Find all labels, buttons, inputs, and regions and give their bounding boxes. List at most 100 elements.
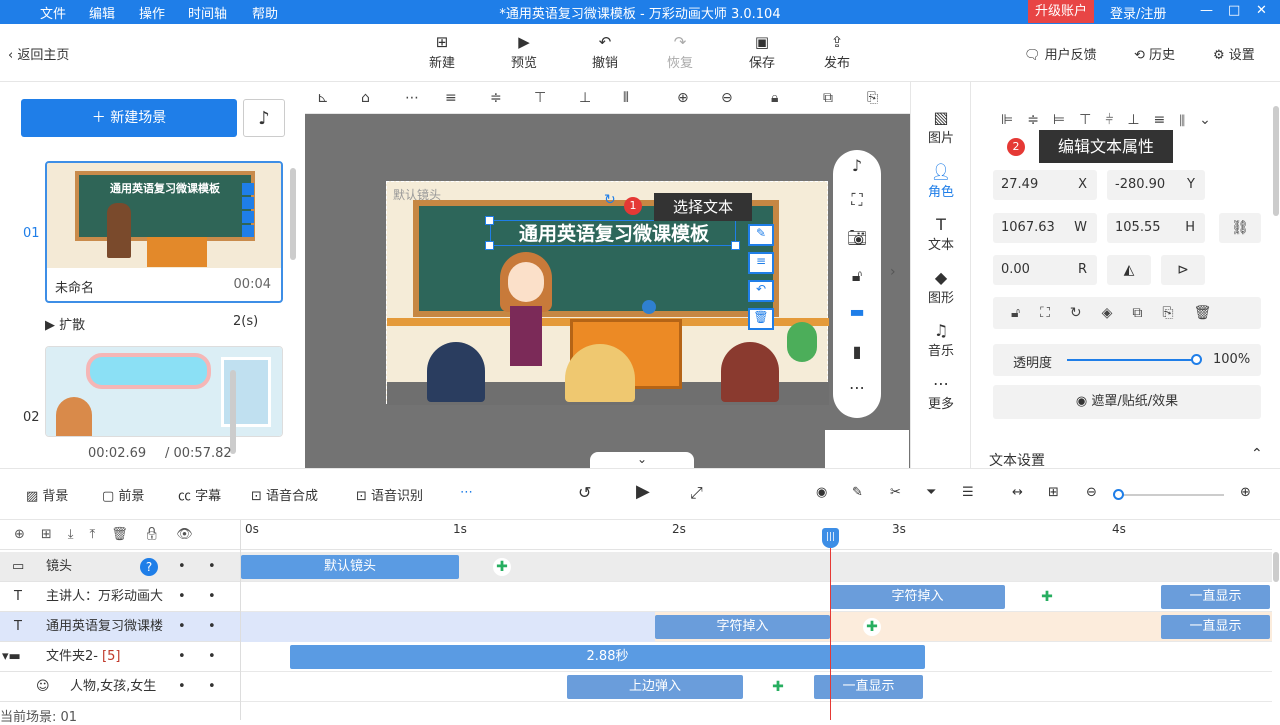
more-icon[interactable]: ⋯ bbox=[833, 378, 881, 397]
split-icon[interactable]: ✂ bbox=[890, 485, 901, 500]
clip-camera[interactable]: 默认镜头 bbox=[241, 555, 459, 579]
align-center-icon[interactable]: ≑ bbox=[490, 90, 502, 106]
clip-title-show[interactable]: 一直显示 bbox=[1161, 615, 1270, 639]
preview-button[interactable]: ▶ 预览 bbox=[494, 32, 554, 71]
scene-thumbnail-1[interactable]: 通用英语复习微课模板 未命名 00:04 bbox=[45, 161, 283, 303]
link-ratio-icon[interactable]: ⛓︎ bbox=[1219, 213, 1261, 243]
lock-icon[interactable]: 🔒︎ bbox=[771, 90, 778, 106]
clip-presenter-in[interactable]: 字符掉入 bbox=[830, 585, 1005, 609]
zoom-out-icon[interactable]: ⊖ bbox=[1086, 485, 1097, 500]
filter-icon[interactable]: ⏷ bbox=[926, 485, 936, 500]
tts-button[interactable]: ⊡ 语音合成 bbox=[251, 485, 318, 504]
sidebar-item-shape[interactable]: ◆ 图形 bbox=[911, 268, 971, 306]
transition-button[interactable]: ▶ 扩散 bbox=[45, 314, 85, 333]
resize-handle[interactable] bbox=[485, 241, 494, 250]
mobile-icon[interactable]: ▮ bbox=[833, 342, 881, 361]
clip-title-in[interactable]: 字符掉入 bbox=[655, 615, 830, 639]
sidebar-item-text[interactable]: T 文本 bbox=[911, 215, 971, 253]
add-keyframe-icon[interactable]: ✚ bbox=[493, 558, 511, 576]
expand-panel-icon[interactable]: › bbox=[890, 264, 896, 280]
scene-scrollbar[interactable] bbox=[230, 370, 236, 454]
fit-width-icon[interactable]: ↔ bbox=[1012, 485, 1023, 500]
opacity-slider-handle[interactable] bbox=[1191, 354, 1202, 365]
align-tools[interactable]: ⊫≑⊨⊤⫩⊥≡⫴⌄ bbox=[1001, 112, 1225, 128]
chevron-up-icon[interactable]: ⌃ bbox=[1251, 446, 1263, 462]
replay-icon[interactable]: ↺ bbox=[578, 483, 591, 502]
layer-folder[interactable]: ▾▬ 文件夹2- [5] • • bbox=[0, 642, 240, 672]
edit-icon[interactable]: ✎ bbox=[852, 485, 863, 500]
layer-title-text[interactable]: T 通用英语复习微课楼 • • bbox=[0, 612, 240, 642]
resize-handle[interactable] bbox=[485, 216, 494, 225]
speech-recognition-button[interactable]: ⊡ 语音识别 bbox=[356, 485, 423, 504]
track-camera[interactable]: 默认镜头 ✚ bbox=[241, 552, 1272, 582]
desktop-icon[interactable]: ▬ bbox=[833, 302, 881, 321]
flip-vertical-icon[interactable]: ⊳ bbox=[1161, 255, 1205, 285]
align-top-icon[interactable]: ⊤ bbox=[534, 90, 546, 106]
history-button[interactable]: ⟲ 历史 bbox=[1134, 44, 1175, 63]
add-keyframe-icon[interactable]: ✚ bbox=[1038, 588, 1056, 606]
sidebar-item-more[interactable]: ⋯ 更多 bbox=[911, 374, 971, 412]
unlock-icon[interactable]: 🔓︎ bbox=[833, 266, 881, 286]
resize-handle[interactable] bbox=[731, 241, 740, 250]
fullscreen-icon[interactable]: ⤢ bbox=[690, 483, 703, 503]
music-note-icon[interactable]: ♪ bbox=[833, 156, 881, 175]
more-circle-icon[interactable]: ⋯ bbox=[460, 485, 473, 500]
selected-text-box[interactable]: 通用英语复习微课模板 bbox=[490, 220, 736, 246]
track-presenter[interactable]: 字符掉入 ✚ 一直显示 bbox=[241, 582, 1272, 612]
copy-icon[interactable]: ⧉ bbox=[823, 90, 833, 106]
zoom-out-icon[interactable]: ⊖ bbox=[721, 90, 733, 106]
add-keyframe-icon[interactable]: ✚ bbox=[863, 618, 881, 636]
background-button[interactable]: ▨ 背景 bbox=[26, 485, 68, 504]
layer-tools[interactable]: ⊕⊞⤓⤒🗑︎🔒︎👁︎ bbox=[0, 520, 240, 550]
align-bottom-left-icon[interactable]: ⊾ bbox=[317, 90, 329, 106]
properties-scrollbar[interactable] bbox=[1273, 106, 1279, 216]
zoom-in-icon[interactable]: ⊕ bbox=[1240, 485, 1251, 500]
align-bottom-icon[interactable]: ⊥ bbox=[579, 90, 591, 106]
object-tools[interactable]: 🔓︎⛶↻◈⧉⎘🗑︎ bbox=[993, 297, 1261, 329]
settings-button[interactable]: ⚙ 设置 bbox=[1213, 44, 1255, 63]
align-right-icon[interactable]: ≡ bbox=[445, 90, 457, 106]
track-folder[interactable]: 2.88秒 bbox=[241, 642, 1272, 672]
paste-icon[interactable]: ⎘ bbox=[867, 90, 878, 106]
minimize-icon[interactable]: — bbox=[1200, 3, 1213, 18]
scene-music-button[interactable]: ♪ bbox=[243, 99, 285, 137]
close-icon[interactable]: ✕ bbox=[1256, 3, 1267, 18]
clip-presenter-show[interactable]: 一直显示 bbox=[1161, 585, 1270, 609]
minimap[interactable] bbox=[825, 430, 909, 468]
home-icon[interactable]: ⌂ bbox=[361, 90, 370, 106]
track-title-text[interactable]: 字符掉入 ✚ 一直显示 bbox=[241, 612, 1272, 642]
height-field[interactable]: 105.55 H bbox=[1107, 213, 1205, 243]
layer-presenter[interactable]: T 主讲人：万彩动画大 • • bbox=[0, 582, 240, 612]
y-field[interactable]: -280.90 Y bbox=[1107, 170, 1205, 200]
time-ruler[interactable]: 0s 1s 2s 3s 4s bbox=[241, 520, 1272, 550]
more-circle-icon[interactable]: ⋯ bbox=[405, 90, 419, 106]
back-home-button[interactable]: ‹ 返回主页 bbox=[8, 44, 69, 63]
maximize-icon[interactable]: □ bbox=[1228, 3, 1240, 18]
new-scene-button[interactable]: ＋ 新建场景 bbox=[21, 99, 237, 137]
sidebar-item-character[interactable]: 👤︎ 角色 bbox=[911, 162, 971, 200]
width-field[interactable]: 1067.63 W bbox=[993, 213, 1097, 243]
flip-horizontal-icon[interactable]: ◭ bbox=[1107, 255, 1151, 285]
save-button[interactable]: ▣ 保存 bbox=[732, 32, 792, 71]
mask-effect-button[interactable]: ◉ 遮罩/贴纸/效果 bbox=[993, 385, 1261, 419]
rotate-handle-icon[interactable]: ↻ bbox=[604, 192, 616, 208]
text-align-icon[interactable]: ≡ bbox=[748, 252, 774, 274]
undo-button[interactable]: ↶ 撤销 bbox=[575, 32, 635, 71]
camera-icon[interactable]: 📷︎ bbox=[833, 228, 881, 247]
camera-icon[interactable]: ◉ bbox=[816, 485, 827, 500]
help-icon[interactable]: ? bbox=[140, 558, 158, 576]
new-button[interactable]: ⊞ 新建 bbox=[412, 32, 472, 71]
distribute-icon[interactable]: ⫴ bbox=[623, 90, 629, 106]
track-person[interactable]: 上边弹入 ✚ 一直显示 bbox=[241, 672, 1272, 702]
upgrade-button[interactable]: 升级账户 bbox=[1028, 0, 1094, 23]
rotation-field[interactable]: 0.00 R bbox=[993, 255, 1097, 285]
screenshot-icon[interactable]: ⛶ bbox=[833, 190, 881, 210]
play-icon[interactable]: ▶ bbox=[636, 481, 650, 502]
clip-person-in[interactable]: 上边弹入 bbox=[567, 675, 743, 699]
sidebar-item-music[interactable]: ♫ 音乐 bbox=[911, 321, 971, 359]
ratio-icon[interactable]: ⊞ bbox=[1048, 485, 1059, 500]
timeline-zoom-handle[interactable] bbox=[1113, 489, 1124, 500]
timeline-scrollbar[interactable] bbox=[1273, 552, 1279, 582]
left-panel-scrollbar[interactable] bbox=[290, 168, 296, 260]
undo-icon[interactable]: ↶ bbox=[748, 280, 774, 302]
